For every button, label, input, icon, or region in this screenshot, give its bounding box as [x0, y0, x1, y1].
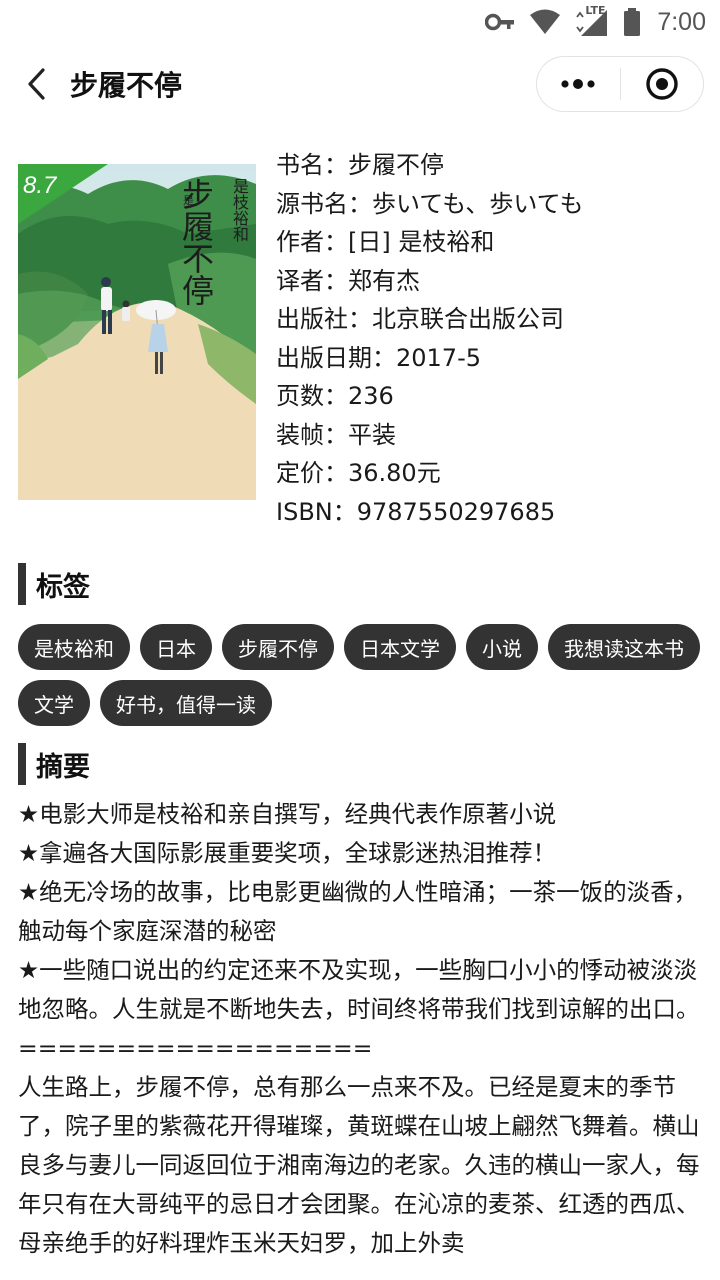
cover-author: 是枝裕和 — [230, 178, 249, 242]
summary-paragraph: ★一些随口说出的约定还来不及实现，一些胸口小小的悸动被淡淡地忽略。人生就是不断地… — [18, 956, 700, 1023]
more-button[interactable] — [537, 56, 620, 112]
mini-program-capsule — [536, 56, 704, 112]
tag-chip[interactable]: 小说 — [466, 624, 538, 670]
info-isbn: ISBN：9787550297685 — [276, 497, 556, 526]
summary-paragraph: 人生路上，步履不停，总有那么一点来不及。已经是夏末的季节了，院子里的紫薇花开得璀… — [18, 1073, 700, 1257]
cover-title: 步履不停 — [177, 178, 215, 306]
tags-section-heading: 标签 — [18, 563, 90, 605]
summary-section-heading: 摘要 — [18, 743, 90, 785]
tag-chip[interactable]: 我想读这本书 — [548, 624, 700, 670]
page-title: 步履不停 — [70, 69, 183, 102]
summary-divider: ================== — [18, 1034, 373, 1062]
back-button[interactable] — [18, 66, 54, 102]
cover-illustration: 是 — [18, 164, 256, 500]
section-marker — [18, 563, 26, 605]
info-translator: 译者：郑有杰 — [276, 266, 420, 295]
book-info: 书名：步履不停 源书名：歩いても、歩いても 作者：[日] 是枝裕和 译者：郑有杰… — [276, 146, 706, 531]
info-original-title: 源书名：歩いても、歩いても — [276, 189, 584, 218]
info-title: 书名：步履不停 — [276, 151, 444, 179]
summary-title: 摘要 — [36, 751, 90, 783]
info-publisher: 出版社：北京联合出版公司 — [276, 305, 564, 333]
battery-icon — [623, 7, 641, 37]
summary-text: ★电影大师是枝裕和亲自撰写，经典代表作原著小说 ★拿遍各大国际影展重要奖项，全球… — [18, 795, 702, 1263]
rating-badge: 8.7 — [23, 172, 57, 199]
summary-paragraph: ★绝无冷场的故事，比电影更幽微的人性暗涌；一茶一饭的淡香，触动每个家庭深潜的秘密 — [18, 878, 698, 945]
summary-paragraph: ★电影大师是枝裕和亲自撰写，经典代表作原著小说 — [18, 800, 557, 828]
tag-list: 是枝裕和 日本 步履不停 日本文学 小说 我想读这本书 文学 好书，值得一读 — [18, 624, 708, 726]
navigation-bar: 步履不停 — [0, 44, 720, 124]
tag-chip[interactable]: 文学 — [18, 680, 90, 726]
info-binding: 装帧：平装 — [276, 420, 396, 449]
status-bar: LTE 7:00 — [0, 0, 720, 44]
network-label: LTE — [585, 4, 606, 17]
info-author: 作者：[日] 是枝裕和 — [276, 228, 495, 256]
summary-paragraph: ★拿遍各大国际影展重要奖项，全球影迷热泪推荐！ — [18, 839, 557, 867]
record-circle-icon — [646, 68, 678, 100]
status-time: 7:00 — [657, 7, 706, 36]
tag-chip[interactable]: 步履不停 — [222, 624, 334, 670]
vpn-key-icon — [485, 13, 515, 31]
wifi-icon — [529, 9, 561, 35]
tag-chip[interactable]: 日本 — [140, 624, 212, 670]
info-publish-date: 出版日期：2017-5 — [276, 343, 482, 372]
book-cover-image[interactable]: 是 8.7 步履不停 是枝裕和 — [18, 164, 256, 500]
close-mini-program-button[interactable] — [621, 56, 704, 112]
tag-chip[interactable]: 是枝裕和 — [18, 624, 130, 670]
info-pages: 页数：236 — [276, 382, 394, 410]
back-arrow-icon — [28, 68, 45, 100]
signal-icon: LTE — [575, 4, 609, 37]
info-price: 定价：36.80元 — [276, 459, 441, 487]
tag-chip[interactable]: 日本文学 — [344, 624, 456, 670]
tag-chip[interactable]: 好书，值得一读 — [100, 680, 272, 726]
tags-title: 标签 — [36, 571, 90, 603]
section-marker — [18, 743, 26, 785]
more-dots-icon — [561, 79, 595, 89]
